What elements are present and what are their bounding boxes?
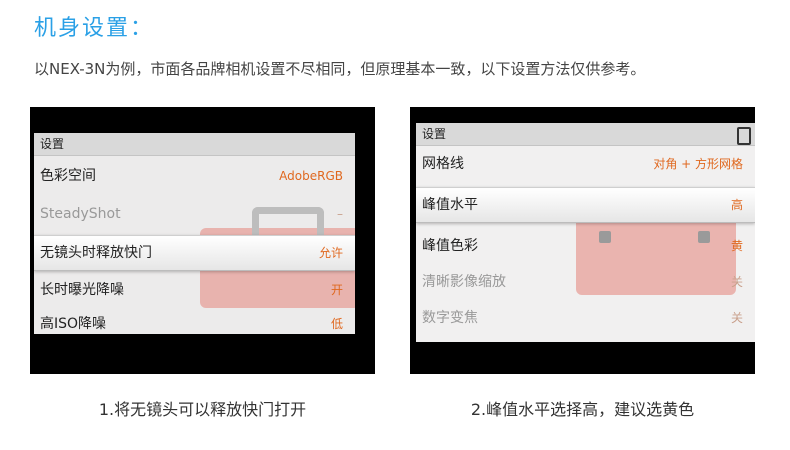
camera-settings-screen: 设置 色彩空间 AdobeRGB SteadyShot – 无镜头时释放快门 允… (34, 133, 355, 334)
setting-row-release-without-lens[interactable]: 无镜头时释放快门 允许 (34, 235, 355, 271)
setting-label: 清晰影像缩放 (422, 274, 506, 290)
setting-row-peaking-color[interactable]: 峰值色彩 黄 (416, 229, 755, 263)
setting-label: 长时曝光降噪 (40, 282, 124, 298)
setting-row-high-iso-nr[interactable]: 高ISO降噪 低 (34, 307, 355, 334)
settings-header: 设置 (416, 123, 755, 146)
setting-label: 峰值色彩 (422, 238, 478, 254)
setting-row-steadyshot[interactable]: SteadyShot – (34, 197, 355, 231)
page-description: 以NEX-3N为例，市面各品牌相机设置不尽相同，但原理基本一致，以下设置方法仅供… (34, 60, 646, 78)
setting-label: 无镜头时释放快门 (40, 245, 152, 261)
setting-row-peaking-level[interactable]: 峰值水平 高 (416, 187, 755, 223)
setting-value: 关 (730, 275, 743, 289)
setting-label: 峰值水平 (422, 197, 478, 213)
caption-step-2: 2.峰值水平选择高，建议选黄色 (470, 400, 695, 419)
settings-header-label: 设置 (422, 127, 447, 141)
camera-screen-photo-1: 设置 色彩空间 AdobeRGB SteadyShot – 无镜头时释放快门 允… (30, 107, 375, 374)
settings-header: 设置 (34, 133, 355, 156)
setting-value: 允许 (318, 246, 343, 260)
camera-screen-photo-2: 设置 网格线 对角 + 方形网格 峰值水平 高 峰值色彩 黄 清晰影像缩放 关 … (410, 107, 755, 374)
setting-label: 网格线 (422, 156, 464, 172)
setting-value: 对角 + 方形网格 (653, 157, 743, 171)
setting-value: 关 (730, 311, 743, 325)
setting-row-digital-zoom[interactable]: 数字变焦 关 (416, 301, 755, 335)
setting-row-clear-image-zoom[interactable]: 清晰影像缩放 关 (416, 265, 755, 299)
setting-value: 黄 (730, 239, 743, 253)
setting-value: 开 (330, 283, 343, 297)
battery-icon (737, 127, 751, 145)
setting-label: 色彩空间 (40, 168, 96, 184)
settings-header-label: 设置 (40, 137, 65, 151)
setting-value: AdobeRGB (279, 169, 343, 183)
camera-settings-screen: 设置 网格线 对角 + 方形网格 峰值水平 高 峰值色彩 黄 清晰影像缩放 关 … (416, 123, 755, 342)
setting-row-color-space[interactable]: 色彩空间 AdobeRGB (34, 159, 355, 193)
setting-label: 高ISO降噪 (40, 316, 107, 332)
setting-label: SteadyShot (40, 206, 121, 222)
caption-step-1: 1.将无镜头可以释放快门打开 (98, 400, 307, 419)
setting-row-grid-line[interactable]: 网格线 对角 + 方形网格 (416, 147, 755, 181)
setting-value: 高 (730, 198, 743, 212)
setting-value: 低 (330, 317, 343, 331)
setting-row-long-exposure-nr[interactable]: 长时曝光降噪 开 (34, 273, 355, 307)
page-title: 机身设置： (34, 16, 155, 41)
setting-label: 数字变焦 (422, 310, 478, 326)
setting-value: – (337, 207, 343, 221)
